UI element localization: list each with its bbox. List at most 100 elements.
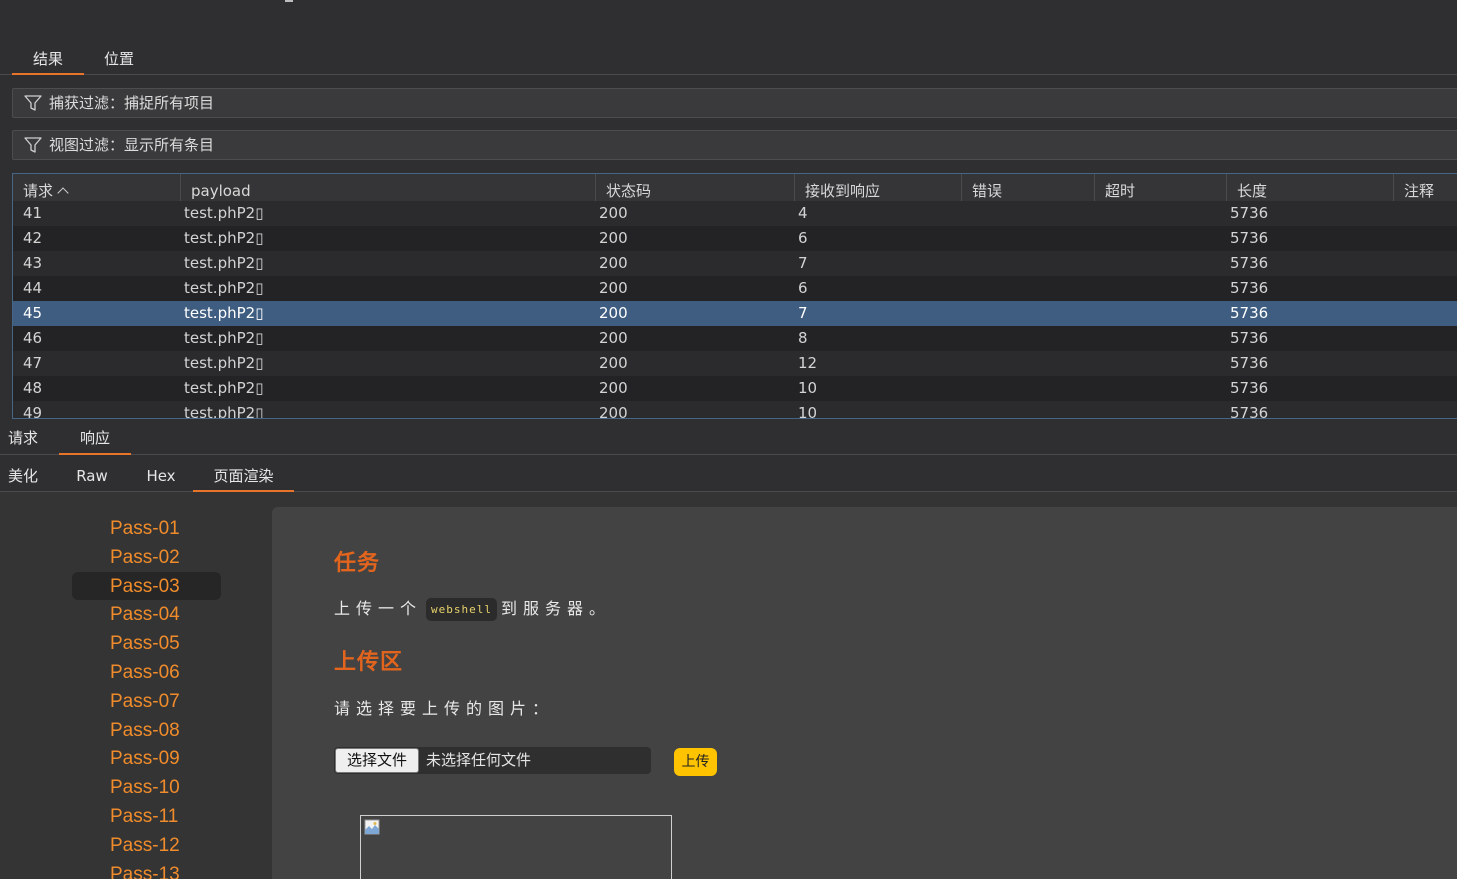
cell-received: 12: [798, 354, 818, 372]
cell-request: 49: [23, 404, 43, 419]
pass-link[interactable]: Pass-04: [72, 600, 221, 629]
column-header-request-label: 请求: [23, 182, 54, 200]
cell-status: 200: [599, 204, 628, 222]
filter-funnel-icon: [24, 95, 42, 111]
pass-link[interactable]: Pass-13: [72, 860, 221, 879]
task-text-before: 上传一个: [334, 599, 423, 618]
preview-image: [360, 815, 672, 879]
cell-payload: test.phP2▯: [184, 279, 264, 297]
sort-ascending-icon: [57, 187, 69, 199]
table-row[interactable]: 48 test.phP2▯ 200 10 5736: [13, 376, 1457, 401]
choose-image-prompt: 请选择要上传的图片：: [334, 699, 555, 718]
cell-payload: test.phP2▯: [184, 329, 264, 347]
view-filter-label: 视图过滤：显示所有条目: [49, 136, 215, 154]
table-row[interactable]: 43 test.phP2▯ 200 7 5736: [13, 251, 1457, 276]
table-row[interactable]: 42 test.phP2▯ 200 6 5736: [13, 226, 1457, 251]
webshell-code: webshell: [426, 598, 497, 621]
results-table: 请求 payload 状态码 接收到响应 错误 超时 长度 注释 41 test…: [12, 173, 1457, 419]
task-text-after: 到服务器。: [501, 599, 612, 618]
pass-link[interactable]: Pass-06: [72, 658, 221, 687]
cell-request: 41: [23, 204, 43, 222]
cell-length: 5736: [1230, 254, 1269, 272]
cell-status: 200: [599, 329, 628, 347]
tab-results[interactable]: 结果: [12, 44, 84, 75]
burp-intruder-results: 结果 位置 捕获过滤：捕捉所有项目 视图过滤：显示所有条目 请求 payload…: [0, 0, 1457, 879]
cell-length: 5736: [1230, 229, 1269, 247]
table-row[interactable]: 46 test.phP2▯ 200 8 5736: [13, 326, 1457, 351]
pass-link[interactable]: Pass-12: [72, 831, 221, 860]
cell-status: 200: [599, 404, 628, 419]
tab-raw[interactable]: Raw: [70, 461, 114, 491]
pass-link[interactable]: Pass-08: [72, 716, 221, 745]
pass-link[interactable]: Pass-11: [72, 802, 221, 831]
file-input[interactable]: 选择文件 未选择任何文件: [334, 747, 651, 774]
pass-link[interactable]: Pass-05: [72, 629, 221, 658]
cell-request: 47: [23, 354, 43, 372]
cell-status: 200: [599, 354, 628, 372]
cropped-glyph: [285, 0, 293, 2]
cell-length: 5736: [1230, 379, 1269, 397]
cell-request: 43: [23, 254, 43, 272]
pass-menu: Pass-01 Pass-02 Pass-03 Pass-04 Pass-05 …: [72, 514, 221, 879]
table-row[interactable]: 49 test.phP2▯ 200 10 5736: [13, 401, 1457, 419]
cell-length: 5736: [1230, 354, 1269, 372]
tab-response[interactable]: 响应: [59, 423, 131, 455]
content-panel: 任务 上传一个 webshell 到服务器。 上传区 请选择要上传的图片： 选择文件…: [272, 507, 1457, 879]
toolbar-area: [0, 0, 1457, 44]
tab-pretty[interactable]: 美化: [0, 461, 46, 491]
cell-received: 8: [798, 329, 808, 347]
cell-received: 7: [798, 304, 808, 322]
pass-link[interactable]: Pass-07: [72, 687, 221, 716]
cell-length: 5736: [1230, 404, 1269, 419]
cell-payload: test.phP2▯: [184, 229, 264, 247]
cell-payload: test.phP2▯: [184, 404, 264, 419]
task-description: 上传一个 webshell 到服务器。: [334, 595, 611, 621]
cell-status: 200: [599, 304, 628, 322]
cell-request: 45: [23, 304, 43, 322]
cell-payload: test.phP2▯: [184, 354, 264, 372]
pass-link-active[interactable]: Pass-03: [72, 571, 221, 601]
cell-status: 200: [599, 379, 628, 397]
cell-status: 200: [599, 254, 628, 272]
capture-filter-bar[interactable]: 捕获过滤：捕捉所有项目: [12, 88, 1457, 118]
cell-received: 10: [798, 404, 818, 419]
cell-received: 4: [798, 204, 808, 222]
tab-request[interactable]: 请求: [0, 423, 46, 454]
cell-received: 7: [798, 254, 808, 272]
upload-button[interactable]: 上传: [674, 748, 717, 776]
response-view-tab-bar: 美化 Raw Hex 页面渲染: [0, 461, 1457, 492]
cell-request: 46: [23, 329, 43, 347]
message-tab-bar: 请求 响应: [0, 423, 1457, 455]
cell-request: 42: [23, 229, 43, 247]
cell-payload: test.phP2▯: [184, 204, 264, 222]
cell-status: 200: [599, 279, 628, 297]
view-filter-bar[interactable]: 视图过滤：显示所有条目: [12, 130, 1457, 160]
pass-link[interactable]: Pass-10: [72, 773, 221, 802]
cell-request: 48: [23, 379, 43, 397]
table-row[interactable]: 47 test.phP2▯ 200 12 5736: [13, 351, 1457, 376]
tab-render[interactable]: 页面渲染: [193, 461, 294, 492]
cell-payload: test.phP2▯: [184, 379, 264, 397]
task-heading: 任务: [334, 551, 381, 576]
capture-filter-label: 捕获过滤：捕捉所有项目: [49, 94, 215, 112]
table-row[interactable]: 41 test.phP2▯ 200 4 5736: [13, 201, 1457, 226]
file-status-text: 未选择任何文件: [426, 751, 532, 769]
broken-image-icon: [364, 819, 380, 835]
pass-link[interactable]: Pass-09: [72, 744, 221, 773]
table-body: 41 test.phP2▯ 200 4 5736 42 test.phP2▯ 2…: [13, 201, 1457, 419]
table-row[interactable]: 44 test.phP2▯ 200 6 5736: [13, 276, 1457, 301]
cell-received: 6: [798, 229, 808, 247]
cell-payload: test.phP2▯: [184, 304, 264, 322]
tab-hex[interactable]: Hex: [140, 461, 182, 491]
cell-received: 6: [798, 279, 808, 297]
choose-file-button[interactable]: 选择文件: [335, 748, 419, 773]
tab-positions[interactable]: 位置: [90, 44, 148, 74]
pass-link[interactable]: Pass-01: [72, 514, 221, 543]
table-row-selected[interactable]: 45 test.phP2▯ 200 7 5736: [13, 301, 1457, 326]
cell-length: 5736: [1230, 329, 1269, 347]
results-tab-bar: 结果 位置: [0, 44, 1457, 75]
rendered-page: Pass-01 Pass-02 Pass-03 Pass-04 Pass-05 …: [0, 492, 1457, 879]
cell-received: 10: [798, 379, 818, 397]
pass-link[interactable]: Pass-02: [72, 543, 221, 572]
cell-length: 5736: [1230, 204, 1269, 222]
